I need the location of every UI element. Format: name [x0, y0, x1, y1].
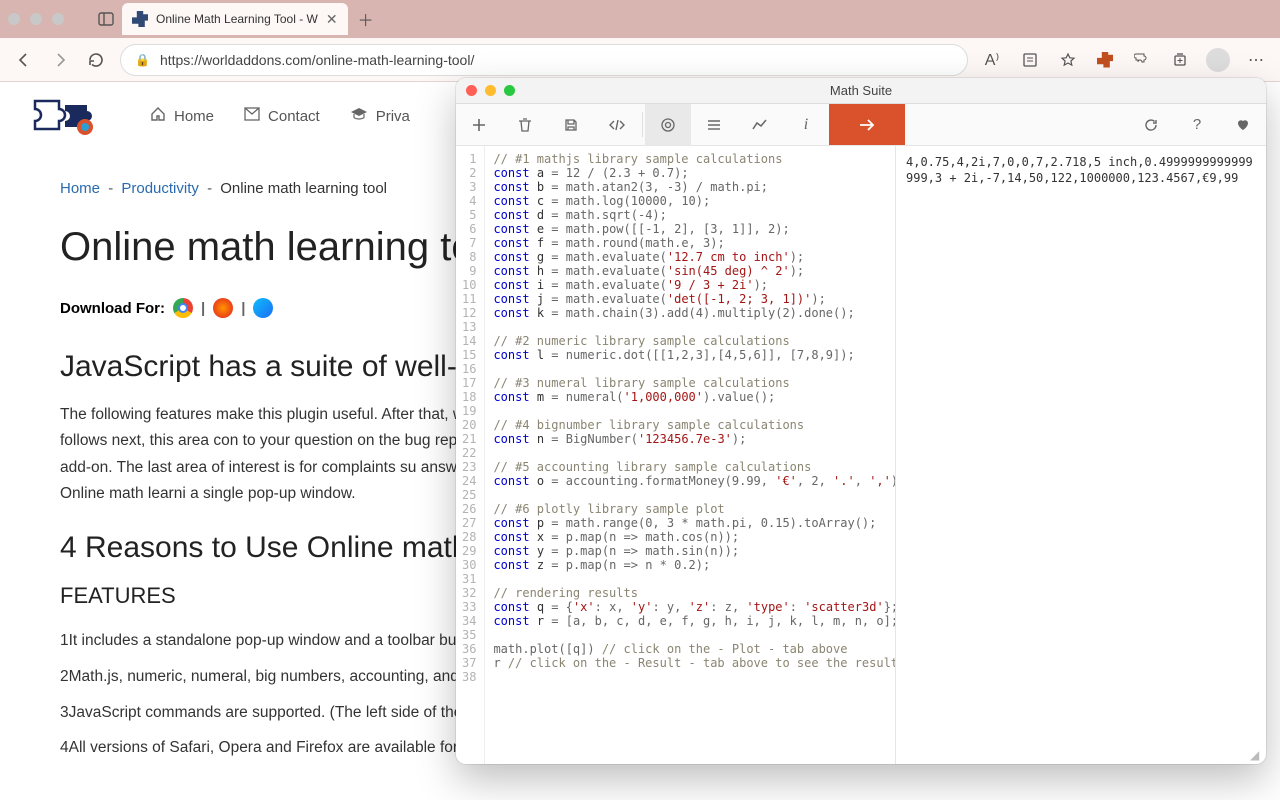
extensions-icon[interactable]: [1130, 48, 1154, 72]
help-button[interactable]: ?: [1174, 104, 1220, 145]
puzzle-logo-icon: [25, 93, 115, 139]
popup-close[interactable]: [466, 85, 477, 96]
reload-button[interactable]: [84, 48, 108, 72]
crumb-home[interactable]: Home: [60, 180, 100, 197]
nav-home-label: Home: [174, 108, 214, 125]
crumb-category[interactable]: Productivity: [121, 180, 199, 197]
line-gutter: 1234567891011121314151617181920212223242…: [456, 146, 485, 764]
edge-icon[interactable]: [253, 298, 273, 318]
profile-avatar[interactable]: [1206, 48, 1230, 72]
crumb-sep: -: [207, 180, 212, 197]
tab-bar: Online Math Learning Tool - W ✕ ＋: [0, 0, 1280, 38]
download-label: Download For:: [60, 300, 165, 317]
plot-tab[interactable]: [737, 104, 783, 145]
nav-home[interactable]: Home: [150, 106, 214, 126]
home-icon: [150, 106, 166, 126]
crumb-sep: -: [108, 180, 113, 197]
target-tab[interactable]: [645, 104, 691, 145]
url-input[interactable]: 🔒 https://worldaddons.com/online-math-le…: [120, 44, 968, 76]
extension-math-icon[interactable]: [1094, 49, 1116, 71]
win-close[interactable]: [8, 13, 20, 25]
result-tab[interactable]: [691, 104, 737, 145]
mail-icon: [244, 107, 260, 125]
tab-sidebar-toggle[interactable]: [94, 7, 118, 31]
lock-icon: 🔒: [135, 53, 150, 67]
code-editor[interactable]: 1234567891011121314151617181920212223242…: [456, 146, 896, 764]
new-tab-button[interactable]: ＋: [352, 5, 380, 33]
puzzle-favicon-icon: [132, 11, 148, 27]
nav-contact-label: Contact: [268, 108, 320, 125]
address-bar: 🔒 https://worldaddons.com/online-math-le…: [0, 38, 1280, 82]
resize-handle[interactable]: ◢: [1250, 748, 1262, 760]
collections-icon[interactable]: [1168, 48, 1192, 72]
reader-icon[interactable]: [1018, 48, 1042, 72]
popup-title: Math Suite: [456, 83, 1266, 98]
browser-tab-active[interactable]: Online Math Learning Tool - W ✕: [122, 3, 348, 35]
run-button[interactable]: [829, 104, 905, 145]
popup-min[interactable]: [485, 85, 496, 96]
nav-privacy-label: Priva: [376, 108, 410, 125]
firefox-icon[interactable]: [213, 298, 233, 318]
win-max[interactable]: [52, 13, 64, 25]
more-icon[interactable]: ⋯: [1244, 48, 1268, 72]
save-button[interactable]: [548, 104, 594, 145]
math-suite-window: Math Suite i ? 1234567891011121314151617…: [456, 78, 1266, 764]
read-aloud-icon[interactable]: A⁾: [980, 48, 1004, 72]
popup-titlebar[interactable]: Math Suite: [456, 78, 1266, 104]
site-logo[interactable]: [20, 91, 120, 141]
favorite-button[interactable]: [1220, 104, 1266, 145]
back-button[interactable]: [12, 48, 36, 72]
code-content: // #1 mathjs library sample calculations…: [485, 146, 896, 764]
tab-close-icon[interactable]: ✕: [326, 11, 338, 28]
url-text: https://worldaddons.com/online-math-lear…: [160, 52, 474, 68]
nav-contact[interactable]: Contact: [244, 107, 320, 125]
favorite-icon[interactable]: [1056, 48, 1080, 72]
refresh-button[interactable]: [1128, 104, 1174, 145]
crumb-current: Online math learning tool: [220, 180, 387, 197]
add-button[interactable]: [456, 104, 502, 145]
popup-max[interactable]: [504, 85, 515, 96]
tab-title: Online Math Learning Tool - W: [156, 12, 318, 26]
result-pane: 4,0.75,4,2i,7,0,0,7,2.718,5 inch,0.49999…: [896, 146, 1266, 764]
cap-icon: [350, 107, 368, 125]
nav-privacy[interactable]: Priva: [350, 107, 410, 125]
browser-chrome: Online Math Learning Tool - W ✕ ＋ 🔒 http…: [0, 0, 1280, 82]
sidebar-icon: [98, 11, 114, 27]
code-tab[interactable]: [594, 104, 640, 145]
info-button[interactable]: i: [783, 104, 829, 145]
popup-toolbar: i ?: [456, 104, 1266, 146]
forward-button[interactable]: [48, 48, 72, 72]
win-min[interactable]: [30, 13, 42, 25]
delete-button[interactable]: [502, 104, 548, 145]
chrome-icon[interactable]: [173, 298, 193, 318]
